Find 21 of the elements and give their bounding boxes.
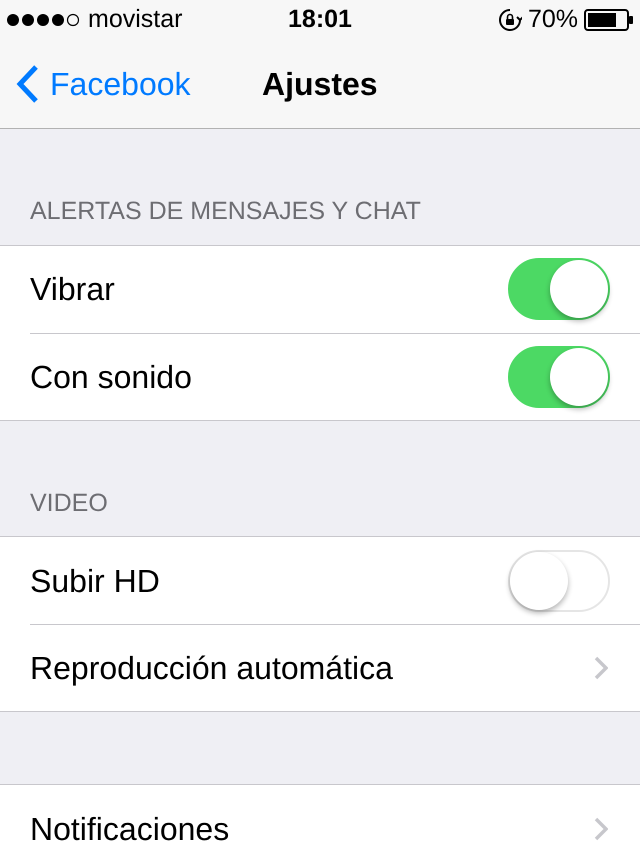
carrier-name: movistar	[88, 4, 182, 36]
section-header: ALERTAS DE MENSAJES Y CHAT	[29, 196, 422, 227]
battery-icon	[584, 9, 634, 31]
setting-label: Con sonido	[30, 358, 192, 396]
setting-label: Notificaciones	[30, 810, 230, 848]
toggle-switch[interactable]	[508, 258, 610, 320]
rotation-lock-icon	[498, 8, 522, 32]
signal-icon	[6, 13, 80, 27]
back-button[interactable]: Facebook	[0, 60, 191, 108]
settings-row[interactable]: Reproducción automática	[30, 624, 640, 711]
back-chevron-icon	[16, 64, 40, 104]
clock-time: 18:01	[288, 4, 352, 36]
chevron-right-icon	[594, 816, 608, 840]
screen-title: Ajustes	[262, 65, 378, 104]
chevron-right-icon	[594, 656, 608, 680]
setting-label: Reproducción automática	[30, 649, 393, 688]
section-header: VIDEO	[29, 488, 109, 518]
toggle-switch[interactable]	[508, 346, 610, 408]
setting-label: Subir HD	[30, 562, 160, 600]
battery-percentage: 70%	[528, 4, 578, 36]
setting-label: Vibrar	[30, 270, 115, 309]
